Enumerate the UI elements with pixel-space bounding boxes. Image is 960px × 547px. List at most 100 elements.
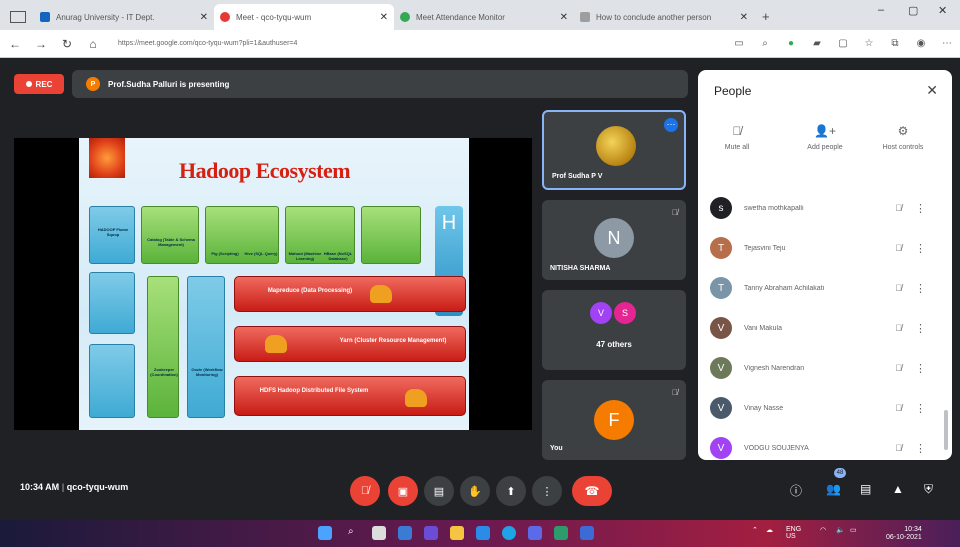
list-item[interactable]: V Vani Makula 🎙̸ ⋮ (698, 308, 952, 348)
edge-icon[interactable] (502, 526, 516, 540)
more-options-icon[interactable]: ⋮ (915, 282, 926, 295)
present-button[interactable]: ⬆ (496, 476, 526, 506)
captions-button[interactable]: ▤ (424, 476, 454, 506)
extension-icon[interactable]: ● (784, 38, 798, 50)
mic-off-icon: 🎙̸ (360, 485, 370, 497)
menu-icon[interactable]: ⋯ (940, 38, 954, 50)
profile-icon[interactable]: ◉ (914, 38, 928, 50)
more-options-icon[interactable]: ⋮ (915, 362, 926, 375)
language-indicator[interactable]: ENG US (786, 526, 801, 540)
more-options-button[interactable]: ⋮ (532, 476, 562, 506)
mic-off-icon: 🎙̸ (672, 388, 678, 397)
scrollbar[interactable] (944, 410, 948, 450)
avatar: V (710, 437, 732, 459)
add-people-button[interactable]: 👤+ Add people (790, 124, 860, 151)
app-icon[interactable] (528, 526, 542, 540)
meeting-code: qco-tyqu-wum (66, 482, 129, 492)
wifi-icon[interactable]: ◠ (820, 526, 826, 534)
info-icon[interactable]: ⓘ (790, 482, 802, 499)
tray-chevron-icon[interactable]: ⌃ (752, 526, 758, 534)
end-call-button[interactable]: ☎ (572, 476, 612, 506)
battery-icon[interactable]: ▭ (850, 526, 857, 534)
search-icon[interactable]: ⌕ (348, 526, 362, 540)
forward-icon[interactable]: → (30, 37, 52, 51)
clock[interactable]: 10:34 06-10-2021 (886, 526, 922, 542)
chat-app-icon[interactable] (424, 526, 438, 540)
extension-icon[interactable]: ▢ (836, 38, 850, 50)
slide-box (89, 272, 135, 334)
list-item[interactable]: s swetha mothkapalli 🎙̸ ⋮ (698, 188, 952, 228)
collections-icon[interactable]: ⧉ (888, 38, 902, 50)
extension-icon[interactable]: ▰ (810, 38, 824, 50)
volume-icon[interactable]: 🔈 (836, 526, 845, 534)
zoom-icon[interactable]: ⌕ (758, 38, 772, 50)
participant-tile[interactable]: N 🎙̸ NITISHA SHARMA (542, 200, 686, 280)
close-icon[interactable]: ✕ (926, 82, 938, 99)
activities-icon[interactable]: ▲ (892, 482, 904, 496)
close-window-button[interactable]: ✕ (938, 4, 947, 17)
tab-favicon-icon (220, 12, 230, 22)
chat-icon[interactable]: ▤ (860, 482, 871, 496)
present-icon: ⬆ (506, 485, 516, 498)
close-tab-icon[interactable]: ✕ (740, 12, 748, 23)
speaking-indicator-icon: ⋯ (664, 118, 678, 132)
app-icon[interactable] (580, 526, 594, 540)
browser-tab[interactable]: Meet Attendance Monitor ✕ (394, 4, 574, 30)
raise-hand-button[interactable]: ✋ (460, 476, 490, 506)
browser-tab[interactable]: Anurag University - IT Dept. ✕ (34, 4, 214, 30)
participant-avatar: N (594, 218, 634, 258)
camera-icon[interactable]: ▭ (732, 38, 746, 50)
browser-tab[interactable]: How to conclude another person ✕ (574, 4, 754, 30)
more-options-icon[interactable]: ⋮ (915, 322, 926, 335)
widgets-icon[interactable] (398, 526, 412, 540)
participant-avatar: S (614, 302, 636, 324)
mute-all-icon: 🎙̸ (732, 124, 742, 138)
favorite-icon[interactable]: ☆ (862, 38, 876, 50)
store-icon[interactable] (476, 526, 490, 540)
host-controls-button[interactable]: ⚙ Host controls (868, 124, 938, 151)
others-tile[interactable]: V S 47 others (542, 290, 686, 370)
more-options-icon[interactable]: ⋮ (915, 242, 926, 255)
close-tab-icon[interactable]: ✕ (200, 12, 208, 23)
close-tab-icon[interactable]: ✕ (560, 12, 568, 23)
self-tile[interactable]: F 🎙̸ You (542, 380, 686, 460)
minimize-button[interactable]: – (878, 4, 884, 16)
host-controls-icon[interactable]: ⛨ (924, 482, 933, 497)
avatar: s (710, 197, 732, 219)
file-explorer-icon[interactable] (450, 526, 464, 540)
mute-all-button[interactable]: 🎙̸ Mute all (702, 124, 772, 151)
start-icon[interactable] (318, 526, 332, 540)
browser-tab-active[interactable]: Meet - qco-tyqu-wum ✕ (214, 4, 394, 30)
reload-icon[interactable]: ↻ (56, 37, 78, 51)
more-options-icon[interactable]: ⋮ (915, 202, 926, 215)
people-icon[interactable]: 👥 (826, 482, 841, 496)
people-panel: People ✕ 🎙̸ Mute all 👤+ Add people ⚙ Host c… (698, 70, 952, 460)
slide-title: Hadoop Ecosystem (179, 158, 351, 183)
more-vert-icon: ⋮ (541, 485, 553, 498)
list-item[interactable]: V Vignesh Narendran 🎙̸ ⋮ (698, 348, 952, 388)
more-options-icon[interactable]: ⋮ (915, 442, 926, 455)
list-item[interactable]: T Tanny Abraham Achilakati 🎙̸ ⋮ (698, 268, 952, 308)
camera-toggle-button[interactable]: ▣ (388, 476, 418, 506)
close-tab-icon[interactable]: ✕ (380, 12, 388, 23)
tab-actions-icon[interactable] (10, 11, 26, 23)
presentation-stage[interactable]: Hadoop Ecosystem HADOOP Flume Sqoop Cata… (14, 138, 532, 430)
mic-off-icon: 🎙̸ (895, 283, 902, 293)
back-icon[interactable]: ← (4, 37, 26, 51)
list-item[interactable]: T Tejasvini Teju 🎙̸ ⋮ (698, 228, 952, 268)
more-options-icon[interactable]: ⋮ (915, 402, 926, 415)
maximize-button[interactable]: ▢ (908, 4, 918, 17)
task-view-icon[interactable] (372, 526, 386, 540)
new-tab-button[interactable]: + (762, 9, 770, 24)
home-icon[interactable]: ⌂ (82, 37, 104, 51)
participant-tile[interactable]: ⋯ Prof Sudha P V (542, 110, 686, 190)
host-controls-icon: ⚙ (897, 124, 909, 138)
app-icon[interactable] (554, 526, 568, 540)
people-title: People (714, 84, 752, 98)
list-item[interactable]: V VODGU SOUJENYA 🎙̸ ⋮ (698, 428, 952, 468)
list-item[interactable]: V Vinay Nasse 🎙̸ ⋮ (698, 388, 952, 428)
url-field[interactable]: https://meet.google.com/qco-tyqu-wum?pli… (118, 40, 726, 47)
mic-toggle-button[interactable]: 🎙̸ (350, 476, 380, 506)
cloud-icon[interactable]: ☁ (766, 526, 773, 534)
tab-favicon-icon (40, 12, 50, 22)
